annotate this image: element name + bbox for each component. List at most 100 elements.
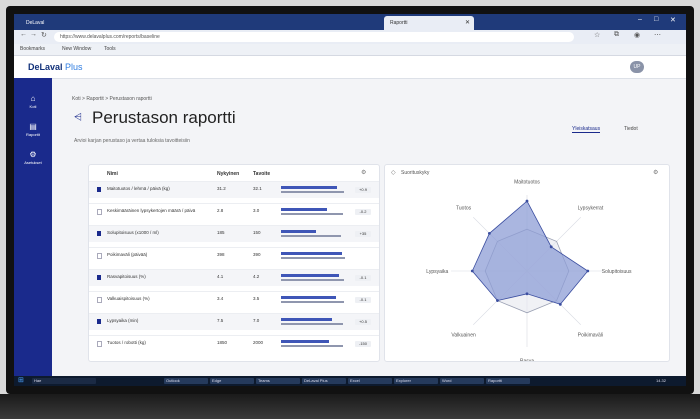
radar-card: ◇ Suorituskyky ⚙ Maitotuotos Lypsykerrat S… (384, 164, 670, 362)
row-name: Keskimääräinen lypsykertojen määrä / päi… (107, 208, 196, 213)
tab-label: Raportti (390, 20, 408, 26)
logo-plus: Plus (65, 62, 83, 72)
row-delta-badge: -0.1 (355, 275, 371, 281)
table-row[interactable]: Valkuaispitoisuus (%) 3.4 3.5 -0.1 (89, 291, 379, 308)
logo[interactable]: DeLaval Plus (28, 62, 83, 72)
browser-tab-2[interactable]: Raportti ✕ (384, 16, 474, 30)
radar-point[interactable] (496, 299, 499, 302)
row-name: Valkuaispitoisuus (%) (107, 296, 150, 301)
back-icon[interactable]: ← (20, 31, 27, 38)
row-progress-bar (281, 186, 337, 189)
bookmark-3[interactable]: Tools (104, 45, 116, 54)
taskbar-app[interactable]: DeLaval Plus (302, 378, 346, 384)
forward-icon[interactable]: → (30, 31, 37, 38)
close-window-icon[interactable]: ✕ (670, 16, 676, 24)
row-status-icon (97, 209, 102, 215)
refresh-icon[interactable]: ↻ (41, 31, 47, 39)
bookmark-2[interactable]: New Window (62, 45, 91, 54)
row-status-icon (97, 253, 102, 259)
table-row[interactable]: Tuotos / robotti (kg) 1850 2000 -150 (89, 335, 379, 352)
row-target: 4.2 (253, 274, 260, 279)
radar-point[interactable] (470, 269, 474, 273)
row-status-icon (97, 275, 101, 280)
logo-main: DeLaval (28, 62, 63, 72)
row-progress-bar (281, 274, 339, 277)
row-status-icon (97, 319, 101, 324)
breadcrumb[interactable]: Koti > Raportit > Perustason raportti (72, 96, 152, 102)
taskbar-app[interactable]: Edge (210, 378, 254, 384)
taskbar-app[interactable]: Outlook (164, 378, 208, 384)
radar-point[interactable] (558, 302, 562, 306)
bookmark-1[interactable]: Bookmarks (20, 45, 45, 54)
minimize-icon[interactable]: – (638, 16, 642, 23)
row-target-bar (281, 279, 344, 281)
radar-axis-label: Rasva (520, 359, 534, 361)
row-target-bar (281, 345, 343, 347)
radar-series-1[interactable] (471, 200, 589, 305)
row-progress-bar (281, 340, 329, 343)
app-header: DeLaval Plus UP (14, 56, 686, 79)
radar-point[interactable] (525, 199, 529, 203)
tab-label: DeLaval (26, 20, 45, 26)
menu-icon[interactable]: ⋯ (654, 31, 661, 39)
row-progress-bar (281, 296, 336, 299)
row-status-icon (97, 187, 101, 192)
taskbar-search[interactable]: Hae (32, 378, 96, 384)
table-row[interactable]: Keskimääräinen lypsykertojen määrä / päi… (89, 203, 379, 220)
table-row[interactable]: Solupitoisuus (x1000 / ml) 185 150 +35 (89, 225, 379, 242)
radar-point[interactable] (549, 245, 553, 249)
column-header[interactable]: Nykyinen (217, 171, 239, 177)
settings-icon: ⚙ (29, 150, 37, 159)
maximize-icon[interactable]: □ (654, 16, 658, 23)
gear-icon[interactable]: ⚙ (361, 169, 366, 176)
row-progress-bar (281, 208, 327, 211)
radar-point[interactable] (525, 292, 529, 296)
row-target: 2000 (253, 340, 264, 345)
table-row[interactable]: Maitotuotos / lehmä / päivä (kg) 31.2 32.1… (89, 181, 379, 198)
row-target: 150 (253, 230, 261, 235)
radar-point[interactable] (487, 231, 491, 235)
sidebar-item-reports[interactable]: ▤ Raportit (14, 122, 52, 144)
tab-overview[interactable]: Yleiskatsaus (572, 126, 601, 133)
table-row[interactable]: Lypsyaika (min) 7.5 7.0 +0.5 (89, 313, 379, 330)
close-icon[interactable]: ✕ (465, 16, 470, 30)
extensions-icon[interactable]: ⧉ (614, 31, 619, 39)
radar-axis-label: Valkuainen (451, 332, 476, 338)
radar-axis-label: Maitotuotos (514, 179, 540, 185)
clock[interactable]: 14.32 (654, 378, 668, 384)
url-input[interactable]: https://www.delavalplus.com/reports/base… (54, 32, 574, 42)
main-content: Koti > Raportit > Perustason raportti ⩤ … (52, 78, 686, 386)
avatar[interactable]: UP (630, 61, 644, 73)
row-current: 3.4 (217, 296, 224, 301)
taskbar-app[interactable]: Excel (348, 378, 392, 384)
profile-icon[interactable]: ◉ (634, 31, 640, 39)
sidebar-item-home[interactable]: ⌂ Koti (14, 94, 52, 116)
windows-start-icon[interactable]: ⊞ (18, 377, 24, 385)
column-header[interactable]: Nimi (107, 171, 118, 177)
sidebar-item-settings[interactable]: ⚙ Asetukset (14, 150, 52, 172)
row-delta-badge: -0.1 (355, 297, 371, 303)
taskbar-app[interactable]: Teams (256, 378, 300, 384)
column-header[interactable]: Tavoite (253, 171, 270, 177)
row-delta-badge: -0.2 (355, 209, 371, 215)
row-current: 1850 (217, 340, 228, 345)
row-status-icon (97, 341, 102, 347)
table-row[interactable]: Rasvapitoisuus (%) 4.1 4.2 -0.1 (89, 269, 379, 286)
taskbar-app[interactable]: Explorer (394, 378, 438, 384)
screen: DeLaval Raportti ✕ – □ ✕ ← → ↻ https://w… (14, 14, 686, 386)
home-icon: ⌂ (30, 94, 36, 103)
row-target: 390 (253, 252, 261, 257)
tab-details[interactable]: Tiedot (624, 126, 638, 132)
row-delta-badge: +0.9 (355, 187, 371, 193)
row-target: 3.0 (253, 208, 260, 213)
taskbar-app[interactable]: Word (440, 378, 484, 384)
radar-axis-label: Lypsyaika (426, 269, 448, 275)
star-icon[interactable]: ☆ (594, 31, 600, 39)
row-name: Rasvapitoisuus (%) (107, 274, 146, 279)
address-bar: ← → ↻ https://www.delavalplus.com/report… (14, 30, 686, 44)
table-row[interactable]: Poikimaväli (päivää) 398 390 (89, 247, 379, 264)
row-progress-bar (281, 252, 342, 255)
taskbar-app[interactable]: Raportti (486, 378, 530, 384)
radar-point[interactable] (586, 269, 590, 273)
browser-tab-1[interactable]: DeLaval (20, 16, 130, 30)
